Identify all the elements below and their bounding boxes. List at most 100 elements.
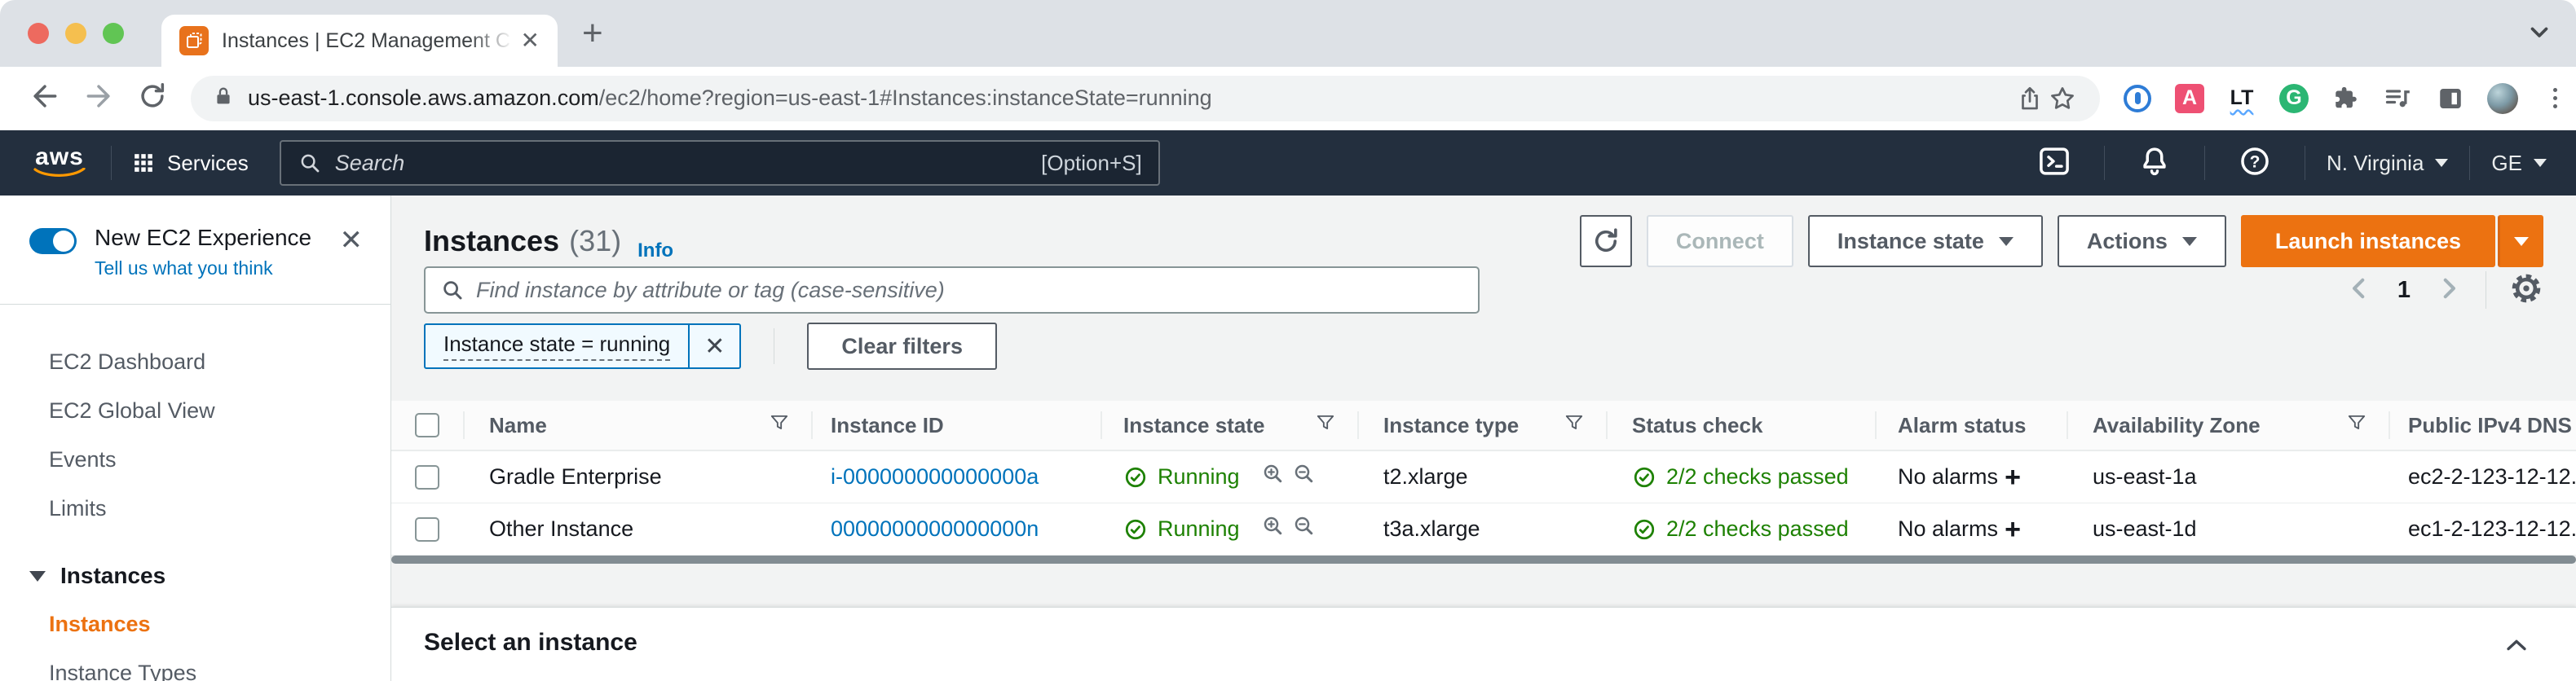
tab-title: Instances | EC2 Management C bbox=[222, 29, 510, 52]
reader-extension-icon[interactable] bbox=[2434, 82, 2467, 115]
playlist-extension-icon[interactable] bbox=[2382, 82, 2415, 115]
detail-panel: Select an instance bbox=[391, 607, 2576, 681]
new-tab-button[interactable]: + bbox=[582, 15, 603, 51]
grammarly-extension-icon[interactable]: G bbox=[2278, 82, 2310, 115]
tab-close-icon[interactable]: ✕ bbox=[521, 29, 540, 52]
new-experience-toggle[interactable] bbox=[29, 228, 77, 254]
column-header-instance-state[interactable]: Instance state bbox=[1101, 401, 1357, 450]
filter-chip-instance-state[interactable]: Instance state = running ✕ bbox=[424, 323, 742, 369]
languagetool-extension-icon[interactable]: LT bbox=[2225, 82, 2258, 115]
sidebar-close-icon[interactable]: ✕ bbox=[340, 225, 364, 254]
connect-button[interactable]: Connect bbox=[1646, 215, 1793, 267]
instances-page: Instances (31) Info Connect Instance sta… bbox=[391, 196, 2576, 681]
table-row[interactable]: Gradle Enterprise i-000000000000000a Run… bbox=[391, 451, 2576, 503]
actions-menu-button[interactable]: Actions bbox=[2057, 215, 2226, 267]
collapse-panel-icon[interactable] bbox=[2503, 632, 2530, 664]
column-header-availability-zone[interactable]: Availability Zone bbox=[2067, 401, 2389, 450]
cloudshell-icon[interactable] bbox=[2037, 144, 2071, 182]
services-menu[interactable]: Services bbox=[133, 151, 249, 176]
onepassword-extension-icon[interactable] bbox=[2121, 82, 2154, 115]
availability-zone: us-east-1d bbox=[2093, 516, 2197, 541]
aws-logo[interactable]: aws bbox=[29, 145, 90, 179]
lock-icon[interactable] bbox=[212, 85, 235, 112]
browser-window: Instances | EC2 Management C ✕ + us-east… bbox=[0, 0, 2576, 681]
column-header-name[interactable]: Name bbox=[463, 401, 811, 450]
a-extension-icon[interactable]: A bbox=[2173, 82, 2206, 115]
column-header-instance-id[interactable]: Instance ID bbox=[811, 401, 1101, 450]
horizontal-scrollbar[interactable] bbox=[391, 556, 2576, 564]
launch-instances-split-button[interactable] bbox=[2498, 215, 2543, 267]
instance-id-link[interactable]: 0000000000000000n bbox=[831, 516, 1039, 542]
preferences-gear-icon[interactable] bbox=[2509, 271, 2543, 310]
filter-zoom-in-icon[interactable] bbox=[1261, 514, 1286, 544]
sidebar-item-instance-types[interactable]: Instance Types bbox=[0, 648, 390, 681]
filter-zoom-out-icon[interactable] bbox=[1292, 514, 1317, 544]
browser-tab[interactable]: Instances | EC2 Management C ✕ bbox=[161, 15, 558, 67]
remove-filter-icon[interactable]: ✕ bbox=[688, 325, 739, 367]
bookmark-star-icon[interactable] bbox=[2046, 82, 2079, 115]
grid-icon bbox=[135, 154, 152, 172]
column-header-status-check[interactable]: Status check bbox=[1606, 401, 1875, 450]
filter-zoom-out-icon[interactable] bbox=[1292, 462, 1317, 492]
console-search-placeholder: Search bbox=[334, 150, 405, 175]
reload-button[interactable] bbox=[137, 81, 168, 116]
browser-toolbar: us-east-1.console.aws.amazon.com/ec2/hom… bbox=[0, 67, 2576, 130]
row-checkbox[interactable] bbox=[391, 503, 463, 555]
profile-avatar[interactable] bbox=[2486, 82, 2519, 115]
sidebar-item-limits[interactable]: Limits bbox=[0, 484, 390, 533]
browser-menu-icon[interactable] bbox=[2539, 82, 2571, 115]
instance-state-menu-button[interactable]: Instance state bbox=[1807, 215, 2043, 267]
table-row[interactable]: Other Instance 0000000000000000n Running… bbox=[391, 503, 2576, 556]
filter-funnel-icon[interactable] bbox=[769, 412, 790, 439]
column-header-public-ipv4-dns[interactable]: Public IPv4 DNS bbox=[2389, 401, 2576, 450]
launch-instances-button[interactable]: Launch instances bbox=[2240, 215, 2495, 267]
tab-search-chevron-icon[interactable] bbox=[2525, 18, 2553, 50]
close-window-button[interactable] bbox=[28, 23, 49, 44]
next-page-icon[interactable] bbox=[2435, 275, 2463, 306]
find-instance-search[interactable] bbox=[424, 266, 1480, 314]
filter-funnel-icon[interactable] bbox=[1315, 412, 1336, 439]
region-selector[interactable]: N. Virginia bbox=[2327, 151, 2449, 176]
back-button[interactable] bbox=[29, 81, 60, 116]
window-controls[interactable] bbox=[28, 23, 124, 44]
url-text[interactable]: us-east-1.console.aws.amazon.com/ec2/hom… bbox=[248, 86, 1212, 111]
add-alarm-icon[interactable]: + bbox=[2005, 516, 2021, 543]
forward-button[interactable] bbox=[83, 81, 114, 116]
info-link[interactable]: Info bbox=[637, 239, 673, 262]
feedback-link[interactable]: Tell us what you think bbox=[95, 257, 311, 279]
sidebar-item-events[interactable]: Events bbox=[0, 435, 390, 484]
address-bar[interactable]: us-east-1.console.aws.amazon.com/ec2/hom… bbox=[191, 75, 2100, 121]
instance-id-link[interactable]: i-000000000000000a bbox=[831, 464, 1039, 490]
minimize-window-button[interactable] bbox=[65, 23, 86, 44]
check-circle-icon bbox=[1125, 467, 1146, 487]
sidebar-section-instances[interactable]: Instances bbox=[0, 552, 390, 600]
instance-name: Gradle Enterprise bbox=[489, 464, 662, 489]
select-all-checkbox[interactable] bbox=[391, 401, 463, 450]
account-menu[interactable]: GE bbox=[2491, 151, 2547, 176]
refresh-button[interactable] bbox=[1579, 215, 1632, 267]
console-search-box[interactable]: Search [Option+S] bbox=[279, 140, 1160, 186]
find-instance-input[interactable] bbox=[476, 277, 1463, 303]
sidebar-item-ec2-dashboard[interactable]: EC2 Dashboard bbox=[0, 337, 390, 386]
zoom-window-button[interactable] bbox=[103, 23, 124, 44]
extensions-puzzle-icon[interactable] bbox=[2330, 82, 2362, 115]
sidebar-item-instances[interactable]: Instances bbox=[0, 600, 390, 648]
share-icon[interactable] bbox=[2014, 82, 2046, 115]
row-checkbox[interactable] bbox=[391, 451, 463, 503]
filter-zoom-in-icon[interactable] bbox=[1261, 462, 1286, 492]
filter-funnel-icon[interactable] bbox=[1564, 412, 1585, 439]
prev-page-icon[interactable] bbox=[2345, 275, 2373, 306]
column-header-alarm-status[interactable]: Alarm status bbox=[1875, 401, 2067, 450]
sidebar-item-ec2-global-view[interactable]: EC2 Global View bbox=[0, 386, 390, 435]
current-page[interactable]: 1 bbox=[2397, 277, 2411, 304]
help-icon[interactable]: ? bbox=[2238, 144, 2272, 182]
add-alarm-icon[interactable]: + bbox=[2005, 464, 2021, 491]
column-header-instance-type[interactable]: Instance type bbox=[1357, 401, 1606, 450]
clear-filters-button[interactable]: Clear filters bbox=[807, 323, 997, 370]
table-header-row: Name Instance ID Instance state Instance… bbox=[391, 401, 2576, 451]
check-circle-icon bbox=[1634, 467, 1655, 487]
notifications-bell-icon[interactable] bbox=[2137, 144, 2172, 182]
filter-funnel-icon[interactable] bbox=[2346, 412, 2367, 439]
aws-top-nav: aws Services Search [Option+S] ? N. Virg… bbox=[0, 130, 2576, 196]
instance-state-running: Running bbox=[1123, 516, 1240, 542]
